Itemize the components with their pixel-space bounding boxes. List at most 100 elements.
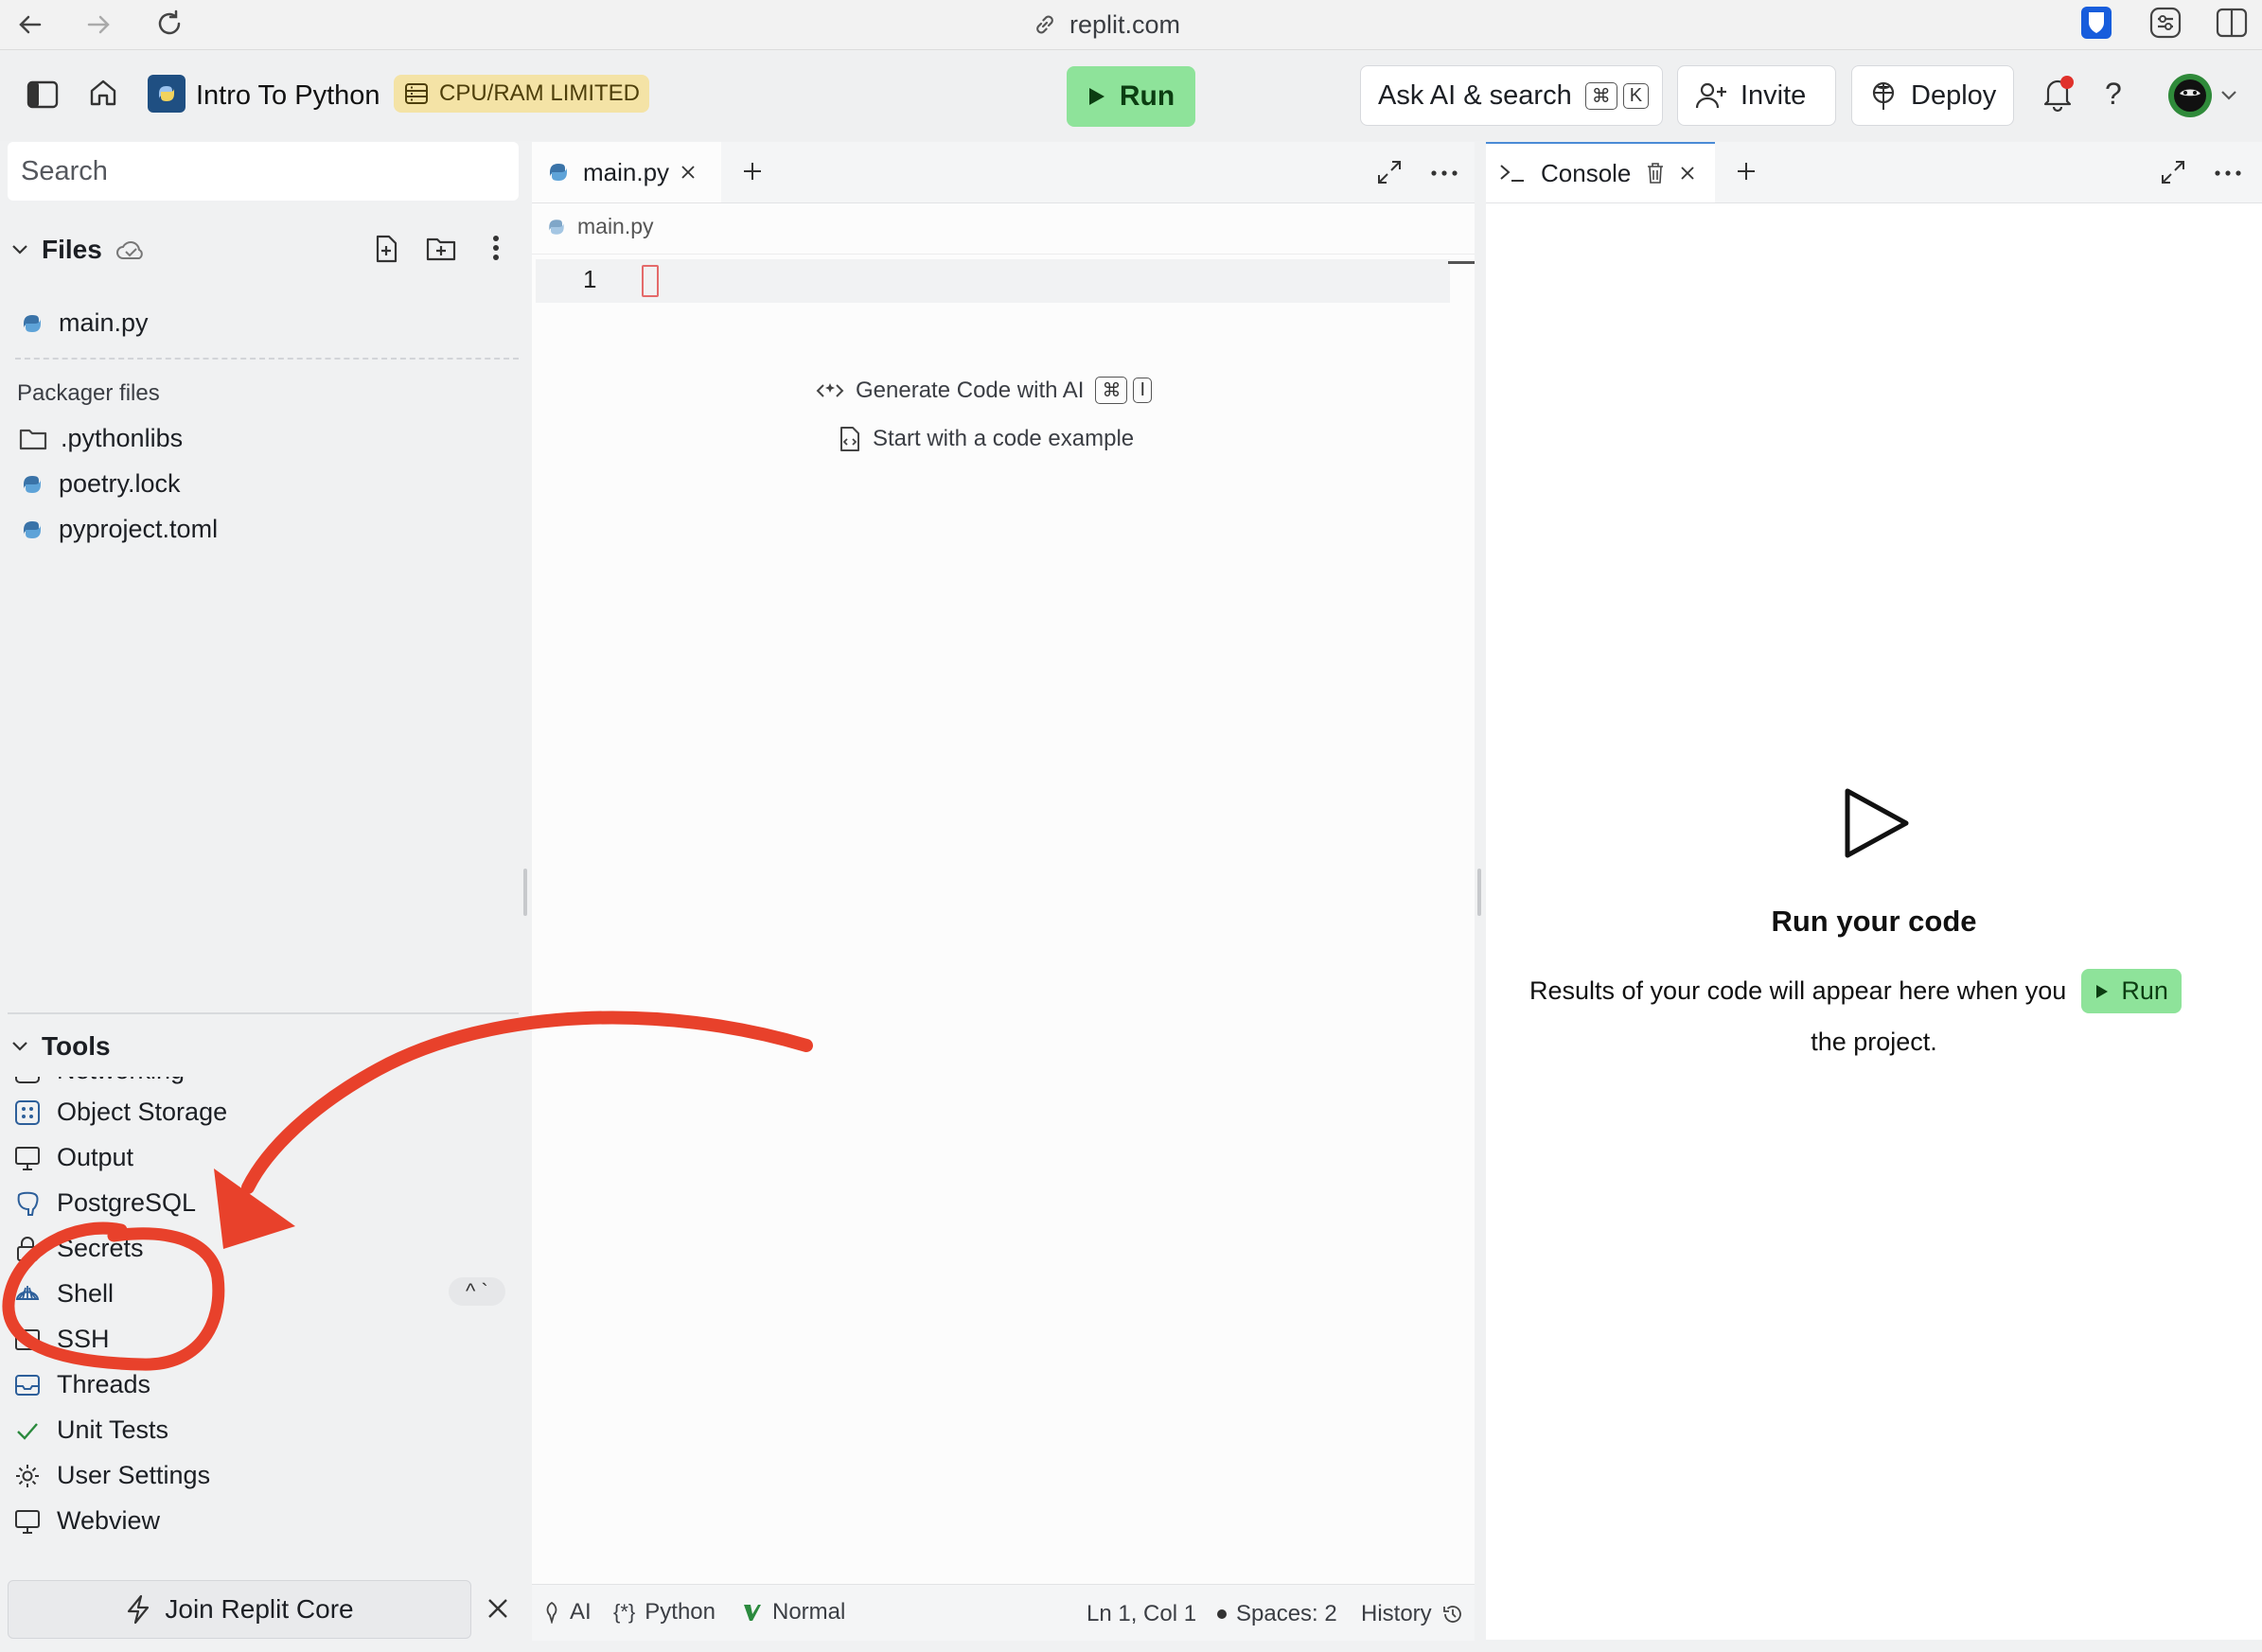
maximize-icon[interactable] [2160,159,2186,185]
generate-code-ai-button[interactable]: Generate Code with AI ⌘ I [816,377,1153,404]
python-icon [545,216,568,238]
breadcrumb[interactable]: main.py [545,214,654,239]
file-item-main-py[interactable]: main.py [19,308,149,338]
run-label: Run [1119,80,1175,112]
reload-icon[interactable] [153,8,186,40]
vim-icon [742,1602,763,1623]
inbox-icon [13,1371,42,1399]
tab-main-py[interactable]: main.py [532,142,721,202]
file-item-pyproject-toml[interactable]: pyproject.toml [19,515,218,544]
active-line-highlight [536,259,1450,303]
trash-icon[interactable] [1646,162,1665,185]
code-example-button[interactable]: Start with a code example [839,426,1134,452]
text-cursor[interactable] [642,265,659,297]
packager-files-label: Packager files [17,380,160,406]
k-key: K [1622,82,1650,109]
file-item-pythonlibs[interactable]: .pythonlibs [19,424,183,453]
back-arrow-icon[interactable] [15,9,45,40]
tool-label: Output [57,1143,134,1171]
editor-more-icon[interactable] [1431,170,1458,176]
files-header[interactable]: Files [11,235,146,265]
new-tab-icon[interactable] [1736,161,1757,182]
resource-limit-badge[interactable]: CPU/RAM LIMITED [394,75,650,113]
new-folder-icon[interactable] [426,235,456,261]
tool-item-secrets[interactable]: Secrets [13,1234,144,1263]
extensions-icon[interactable] [2148,6,2182,40]
status-ai-label: AI [570,1599,592,1625]
address-bar[interactable]: replit.com [1032,6,1180,44]
tool-item-output[interactable]: Output [13,1143,133,1172]
join-replit-core-button[interactable]: Join Replit Core [8,1580,471,1639]
join-label: Join Replit Core [165,1594,354,1624]
network-icon [13,1077,42,1085]
invite-label: Invite [1741,79,1807,111]
close-tab-icon[interactable] [680,165,696,180]
tool-item-unit-tests[interactable]: Unit Tests [13,1415,168,1445]
inline-run-button[interactable]: Run [2081,969,2182,1013]
user-avatar[interactable] [2167,73,2237,118]
search-input[interactable]: Search [8,142,519,201]
sidebar-toggle-icon[interactable] [2215,6,2249,40]
tool-item-shell[interactable]: Shell ^ ` [13,1277,515,1309]
tool-label: SSH [57,1325,110,1353]
help-icon[interactable]: ? [2105,77,2122,112]
ask-ai-label: Ask AI & search [1378,79,1572,111]
toggle-sidebar-icon[interactable] [27,80,59,109]
tool-item-networking[interactable]: Networking [13,1077,185,1085]
sidebar-resize-handle[interactable] [523,869,527,916]
tools-list: Networking Object Storage Output Postgre… [8,1077,519,1550]
python-icon [19,471,45,498]
new-file-icon[interactable] [373,235,399,263]
forward-arrow-icon[interactable] [83,9,114,40]
python-icon [545,159,572,185]
gear-icon [13,1462,42,1490]
bitwarden-icon[interactable] [2080,6,2112,40]
ask-ai-search-button[interactable]: Ask AI & search ⌘ K [1360,65,1663,126]
notifications-bell-icon[interactable] [2041,75,2075,113]
invite-button[interactable]: Invite [1677,65,1836,126]
tool-item-user-settings[interactable]: User Settings [13,1461,210,1490]
history-clock-icon [1441,1603,1464,1626]
tool-item-postgresql[interactable]: PostgreSQL [13,1188,196,1218]
project-title[interactable]: Intro To Python [196,80,380,112]
tools-header[interactable]: Tools [11,1031,111,1062]
status-cursor-position[interactable]: Ln 1, Col 1 [1087,1601,1196,1627]
tool-item-object-storage[interactable]: Object Storage [13,1098,227,1127]
tool-label: Unit Tests [57,1415,169,1444]
browser-toolbar: replit.com [0,0,2262,50]
tool-item-threads[interactable]: Threads [13,1370,150,1399]
maximize-icon[interactable] [1376,159,1403,185]
status-history[interactable]: History [1361,1601,1464,1627]
tab-console[interactable]: Console [1486,142,1715,202]
console-more-icon[interactable] [2215,170,2241,176]
file-item-poetry-lock[interactable]: poetry.lock [19,469,181,499]
tool-item-webview[interactable]: Webview [13,1506,160,1536]
check-icon [13,1416,42,1445]
pane-resize-handle[interactable] [1477,869,1481,916]
scrollbar-indicator[interactable] [1448,261,1475,264]
deploy-button[interactable]: Deploy [1851,65,2014,126]
add-user-icon [1695,81,1727,110]
status-spaces[interactable]: Spaces: 2 [1217,1601,1337,1627]
tool-label: Threads [57,1370,151,1398]
cloud-synced-icon [115,237,146,262]
file-name: pyproject.toml [59,515,219,543]
tool-label: Shell [57,1279,115,1308]
home-icon[interactable] [87,77,119,109]
tools-divider [8,1012,519,1014]
project-avatar-icon[interactable] [148,75,186,113]
run-button[interactable]: Run [1067,66,1195,127]
status-ai[interactable]: AI [543,1599,592,1626]
close-icon[interactable] [486,1597,509,1620]
tool-item-ssh[interactable]: SSH [13,1325,110,1354]
generate-shortcut: ⌘ I [1095,377,1153,404]
status-language[interactable]: {*} Python [613,1599,716,1626]
breadcrumb-divider [532,254,1475,255]
more-options-icon[interactable] [492,235,500,261]
close-tab-icon[interactable] [1680,166,1695,181]
python-icon [19,517,45,543]
new-tab-icon[interactable] [742,161,763,182]
tab-label: Console [1541,158,1632,187]
status-vim-mode[interactable]: Normal [742,1599,845,1626]
server-icon [403,80,430,107]
